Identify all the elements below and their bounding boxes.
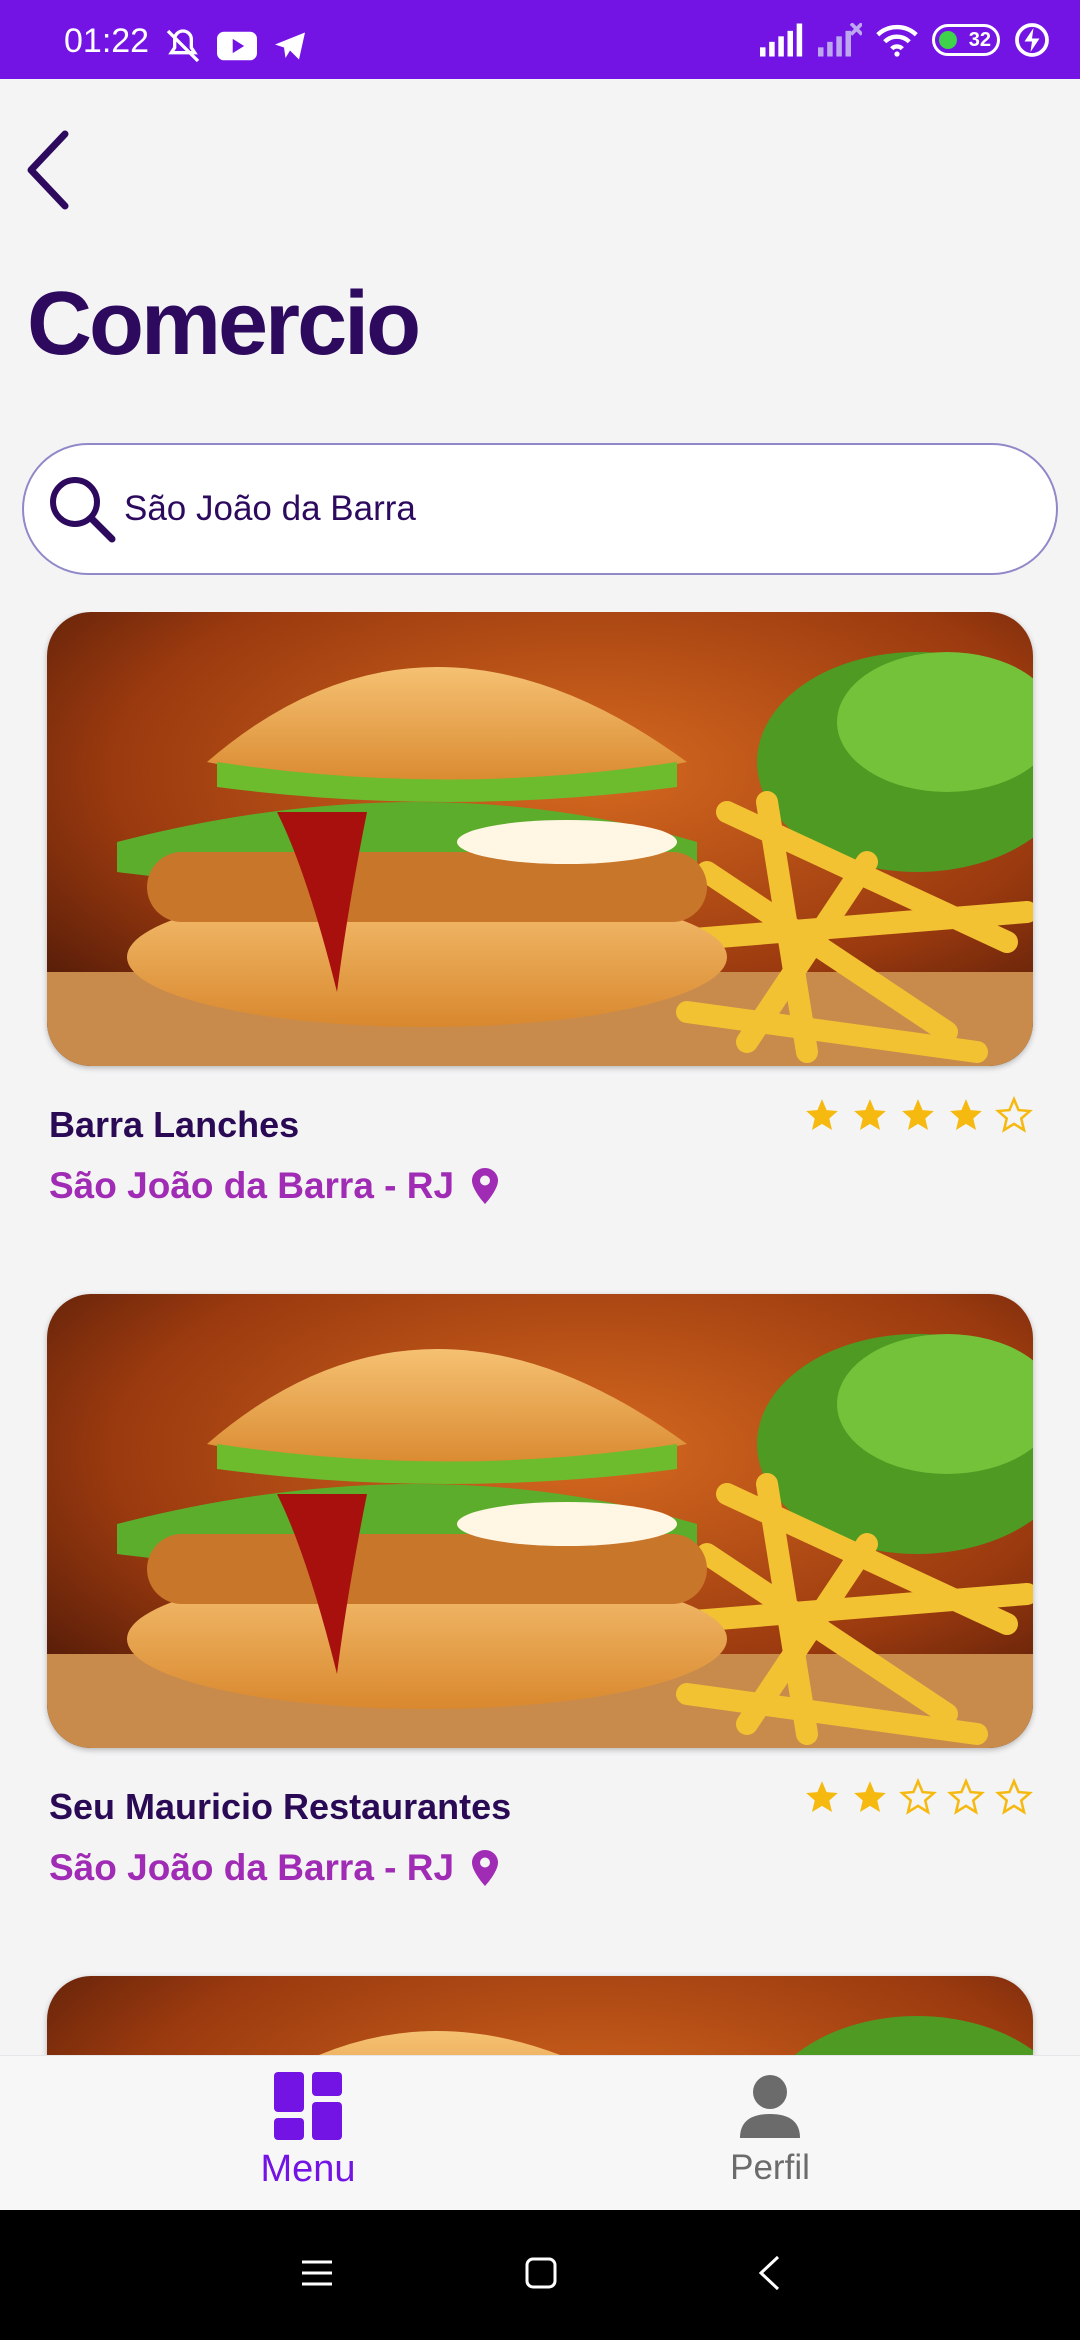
- dashboard-icon: [274, 2072, 342, 2140]
- back-button[interactable]: [18, 125, 78, 215]
- status-bar: 01:22 32: [0, 0, 1080, 79]
- battery-icon: 32: [932, 24, 1000, 56]
- rating: [803, 1096, 1033, 1134]
- charging-icon: [1015, 23, 1049, 57]
- bottom-nav: Menu Perfil: [0, 2055, 1080, 2210]
- search-input[interactable]: [124, 489, 1004, 529]
- star-outline-icon: [947, 1778, 985, 1815]
- location-pin-icon: [472, 1850, 499, 1886]
- signal-icon: [760, 23, 803, 57]
- restaurant-card[interactable]: [47, 1976, 1033, 2055]
- nav-item-menu[interactable]: Menu: [208, 2070, 408, 2191]
- recents-icon[interactable]: [300, 2256, 334, 2290]
- star-filled-icon: [950, 1099, 982, 1131]
- telegram-icon: [275, 32, 305, 60]
- search-bar[interactable]: [22, 443, 1058, 575]
- restaurant-card[interactable]: Barra Lanches São João da Barra - RJ: [47, 612, 1033, 1206]
- star-filled-icon: [902, 1099, 934, 1131]
- restaurant-location: São João da Barra - RJ: [49, 1165, 499, 1207]
- restaurant-location-text: São João da Barra - RJ: [49, 1165, 455, 1206]
- restaurant-name: Seu Mauricio Restaurantes: [49, 1786, 512, 1827]
- star-filled-icon: [854, 1781, 886, 1813]
- restaurant-location-text: São João da Barra - RJ: [49, 1847, 455, 1888]
- restaurant-image: [47, 612, 1033, 1066]
- person-icon: [740, 2075, 800, 2138]
- home-icon[interactable]: [524, 2256, 558, 2290]
- wifi-icon: [876, 24, 918, 57]
- youtube-icon: [217, 31, 257, 61]
- signal-off-icon: [818, 23, 862, 57]
- mute-icon: [166, 29, 200, 63]
- restaurant-card[interactable]: Seu Mauricio Restaurantes São João da Ba…: [47, 1294, 1033, 1888]
- star-filled-icon: [806, 1781, 838, 1813]
- system-nav-bar: [0, 2210, 1080, 2340]
- restaurant-image: [47, 1976, 1033, 2055]
- restaurant-image: [47, 1294, 1033, 1748]
- restaurant-list[interactable]: Barra Lanches São João da Barra - RJ Seu…: [0, 612, 1080, 2055]
- star-filled-icon: [854, 1099, 886, 1131]
- star-outline-icon: [899, 1778, 937, 1815]
- nav-item-perfil[interactable]: Perfil: [670, 2070, 870, 2188]
- star-outline-icon: [995, 1096, 1033, 1133]
- restaurant-name: Barra Lanches: [49, 1104, 300, 1145]
- location-pin-icon: [472, 1168, 499, 1204]
- rating: [803, 1778, 1033, 1816]
- star-outline-icon: [995, 1778, 1033, 1815]
- chevron-left-icon: [27, 130, 69, 210]
- restaurant-location: São João da Barra - RJ: [49, 1847, 499, 1889]
- nav-label-menu: Menu: [260, 2148, 356, 2190]
- status-time: 01:22: [64, 22, 150, 60]
- nav-label-perfil: Perfil: [730, 2148, 810, 2187]
- star-filled-icon: [806, 1099, 838, 1131]
- page-title: Comercio: [27, 274, 421, 374]
- system-back-icon[interactable]: [756, 2254, 782, 2292]
- search-icon: [50, 477, 116, 543]
- battery-level: 32: [968, 28, 991, 51]
